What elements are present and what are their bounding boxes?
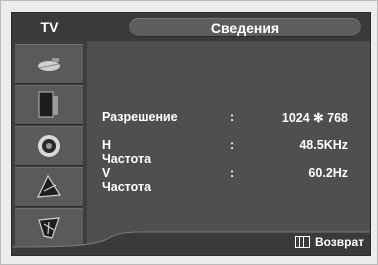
row-label: Разрешение xyxy=(102,110,178,124)
sidebar-item-input[interactable] xyxy=(15,44,83,84)
antenna-icon xyxy=(38,58,60,71)
osd-header: TV Сведения xyxy=(12,13,370,41)
sidebar-item-sound[interactable] xyxy=(15,126,83,166)
osd-frame: TV Сведения Разрешение: 1024 ✻ 768 H Ча… xyxy=(0,0,378,265)
channel-icon xyxy=(37,174,62,198)
tv-label: TV xyxy=(40,19,59,35)
row-label: V Частота xyxy=(102,166,152,194)
sidebar-item-picture[interactable] xyxy=(15,85,83,125)
return-label: Возврат xyxy=(314,235,364,249)
picture-icon xyxy=(38,91,58,118)
row-value: 1024 ✻ 768 xyxy=(281,111,348,125)
row-label: H Частота xyxy=(102,138,152,166)
sidebar-item-channel[interactable] xyxy=(15,167,83,207)
tv-osd-screen: TV Сведения Разрешение: 1024 ✻ 768 H Ча… xyxy=(11,12,371,256)
row-value: 48.5KHz xyxy=(299,138,348,152)
return-button[interactable]: Возврат xyxy=(294,233,364,251)
menu-title: Сведения xyxy=(129,18,361,37)
row-value: 60.2Hz xyxy=(308,166,348,180)
sidebar xyxy=(12,41,87,255)
grid-return-icon xyxy=(294,236,310,248)
sound-icon xyxy=(38,135,60,157)
osd-footer: Возврат xyxy=(12,229,370,255)
info-panel: Разрешение : 1024 ✻ 768 H Частота : 48.5… xyxy=(87,41,370,229)
